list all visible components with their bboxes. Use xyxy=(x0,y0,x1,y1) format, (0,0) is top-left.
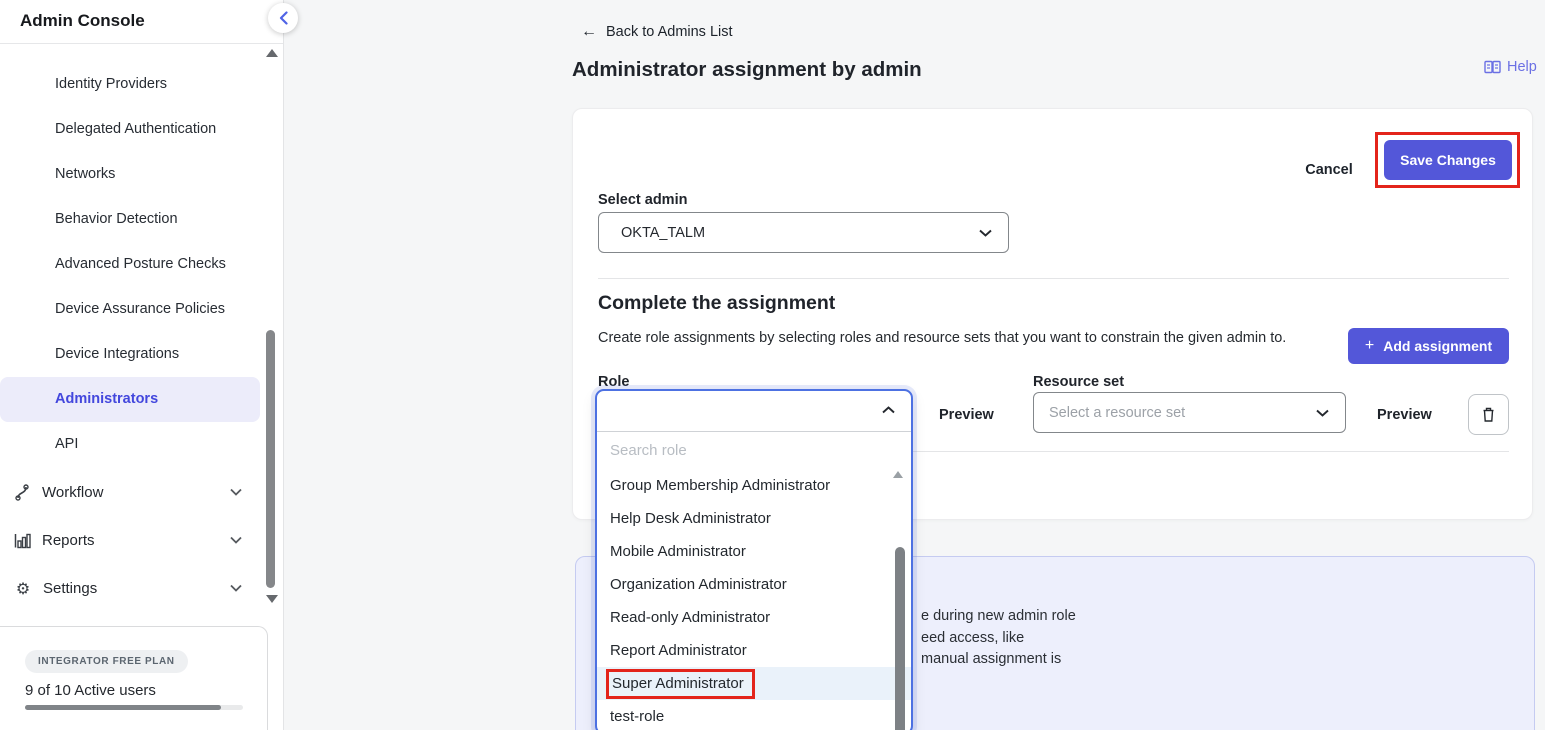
role-option-group-membership-administrator[interactable]: Group Membership Administrator xyxy=(597,469,911,502)
info-line: eed access, like xyxy=(921,628,1076,650)
sidebar-collapse-button[interactable] xyxy=(268,3,298,33)
sidebar-item-identity-providers[interactable]: Identity Providers xyxy=(0,62,268,107)
info-line: manual assignment is xyxy=(921,649,1076,671)
sidebar-item-device-integrations[interactable]: Device Integrations xyxy=(0,332,268,377)
plan-card: INTEGRATOR FREE PLAN 9 of 10 Active user… xyxy=(0,626,268,730)
page-title: Administrator assignment by admin xyxy=(572,58,922,82)
role-option-test-role[interactable]: test-role xyxy=(597,700,911,730)
sidebar-item-delegated-authentication[interactable]: Delegated Authentication xyxy=(0,107,268,152)
divider xyxy=(598,278,1509,279)
active-users-text: 9 of 10 Active users xyxy=(25,682,267,699)
role-label: Role xyxy=(598,374,629,390)
sidebar-item-advanced-posture-checks[interactable]: Advanced Posture Checks xyxy=(0,242,268,287)
select-admin-label: Select admin xyxy=(598,192,687,208)
chevron-down-icon xyxy=(1316,409,1329,417)
role-options-list: Group Membership AdministratorHelp Desk … xyxy=(597,469,911,730)
annotation-box-save xyxy=(1375,132,1520,188)
resource-set-placeholder: Select a resource set xyxy=(1049,405,1185,421)
chevron-down-icon xyxy=(230,584,242,592)
sidebar-item-api[interactable]: API xyxy=(0,422,268,467)
reports-icon xyxy=(14,532,31,549)
sidebar-scroll-down-arrow[interactable] xyxy=(266,595,278,603)
gear-icon: ⚙ xyxy=(14,579,32,598)
chevron-down-icon xyxy=(979,229,992,237)
role-option-mobile-administrator[interactable]: Mobile Administrator xyxy=(597,535,911,568)
resource-set-dropdown[interactable]: Select a resource set xyxy=(1033,392,1346,433)
role-option-read-only-administrator[interactable]: Read-only Administrator xyxy=(597,601,911,634)
sidebar: Admin Console Identity ProvidersDelegate… xyxy=(0,0,284,730)
cancel-button[interactable]: Cancel xyxy=(1299,150,1359,190)
section-title: Complete the assignment xyxy=(598,292,835,315)
admin-console-page: Admin Console Identity ProvidersDelegate… xyxy=(0,0,1545,730)
back-arrow-icon: ← xyxy=(581,23,597,41)
app-title: Admin Console xyxy=(0,0,283,31)
sidebar-item-networks[interactable]: Networks xyxy=(0,152,268,197)
role-option-organization-administrator[interactable]: Organization Administrator xyxy=(597,568,911,601)
role-search-input[interactable] xyxy=(597,432,911,469)
role-option-help-desk-administrator[interactable]: Help Desk Administrator xyxy=(597,502,911,535)
sidebar-item-administrators[interactable]: Administrators xyxy=(0,377,260,422)
info-line: e during new admin role xyxy=(921,606,1076,628)
info-panel-text: e during new admin role eed access, like… xyxy=(921,606,1076,671)
sidebar-item-behavior-detection[interactable]: Behavior Detection xyxy=(0,197,268,242)
plan-badge: INTEGRATOR FREE PLAN xyxy=(25,650,188,673)
section-description: Create role assignments by selecting rol… xyxy=(598,330,1286,346)
delete-assignment-button[interactable] xyxy=(1468,394,1509,435)
chevron-up-icon xyxy=(882,406,895,414)
sidebar-scrollbar-thumb[interactable] xyxy=(266,330,275,588)
sidebar-sections: Workflow Reports ⚙ Settings xyxy=(0,468,268,612)
dropdown-scroll-up-arrow[interactable] xyxy=(893,471,903,478)
sidebar-header: Admin Console xyxy=(0,0,283,44)
sidebar-item-workflow[interactable]: Workflow xyxy=(0,468,268,516)
chevron-down-icon xyxy=(230,488,242,496)
sidebar-item-settings[interactable]: ⚙ Settings xyxy=(0,564,268,612)
help-book-icon xyxy=(1484,60,1501,74)
active-users-progress xyxy=(25,705,243,710)
add-assignment-label: Add assignment xyxy=(1383,338,1492,354)
annotation-box-role: Super Administrator xyxy=(606,669,755,699)
help-link-label: Help xyxy=(1507,59,1537,75)
sidebar-nav-list: Identity ProvidersDelegated Authenticati… xyxy=(0,62,268,467)
active-users-progress-fill xyxy=(25,705,221,710)
back-link-label: Back to Admins List xyxy=(606,24,733,40)
dropdown-scrollbar-thumb[interactable] xyxy=(895,547,905,730)
preview-role-label: Preview xyxy=(939,407,994,423)
workflow-icon xyxy=(14,484,31,501)
sidebar-scroll-up-arrow[interactable] xyxy=(266,49,278,57)
selected-admin-value: OKTA_TALM xyxy=(621,225,705,241)
sidebar-item-label: Workflow xyxy=(42,484,103,501)
sidebar-item-reports[interactable]: Reports xyxy=(0,516,268,564)
role-option-super-administrator[interactable]: Super Administrator xyxy=(597,667,911,700)
role-option-report-administrator[interactable]: Report Administrator xyxy=(597,634,911,667)
help-link[interactable]: Help xyxy=(1484,59,1537,75)
add-assignment-button[interactable]: + Add assignment xyxy=(1348,328,1509,364)
role-dropdown-open: Group Membership AdministratorHelp Desk … xyxy=(595,389,913,730)
resource-set-label: Resource set xyxy=(1033,374,1124,390)
sidebar-item-label: Reports xyxy=(42,532,95,549)
plus-icon: + xyxy=(1365,337,1374,355)
trash-icon xyxy=(1481,406,1496,423)
role-combobox[interactable] xyxy=(597,391,911,432)
preview-resource-label: Preview xyxy=(1377,407,1432,423)
sidebar-item-label: Settings xyxy=(43,580,97,597)
select-admin-dropdown[interactable]: OKTA_TALM xyxy=(598,212,1009,253)
chevron-down-icon xyxy=(230,536,242,544)
back-to-admins-link[interactable]: ← Back to Admins List xyxy=(581,23,733,41)
sidebar-item-device-assurance-policies[interactable]: Device Assurance Policies xyxy=(0,287,268,332)
